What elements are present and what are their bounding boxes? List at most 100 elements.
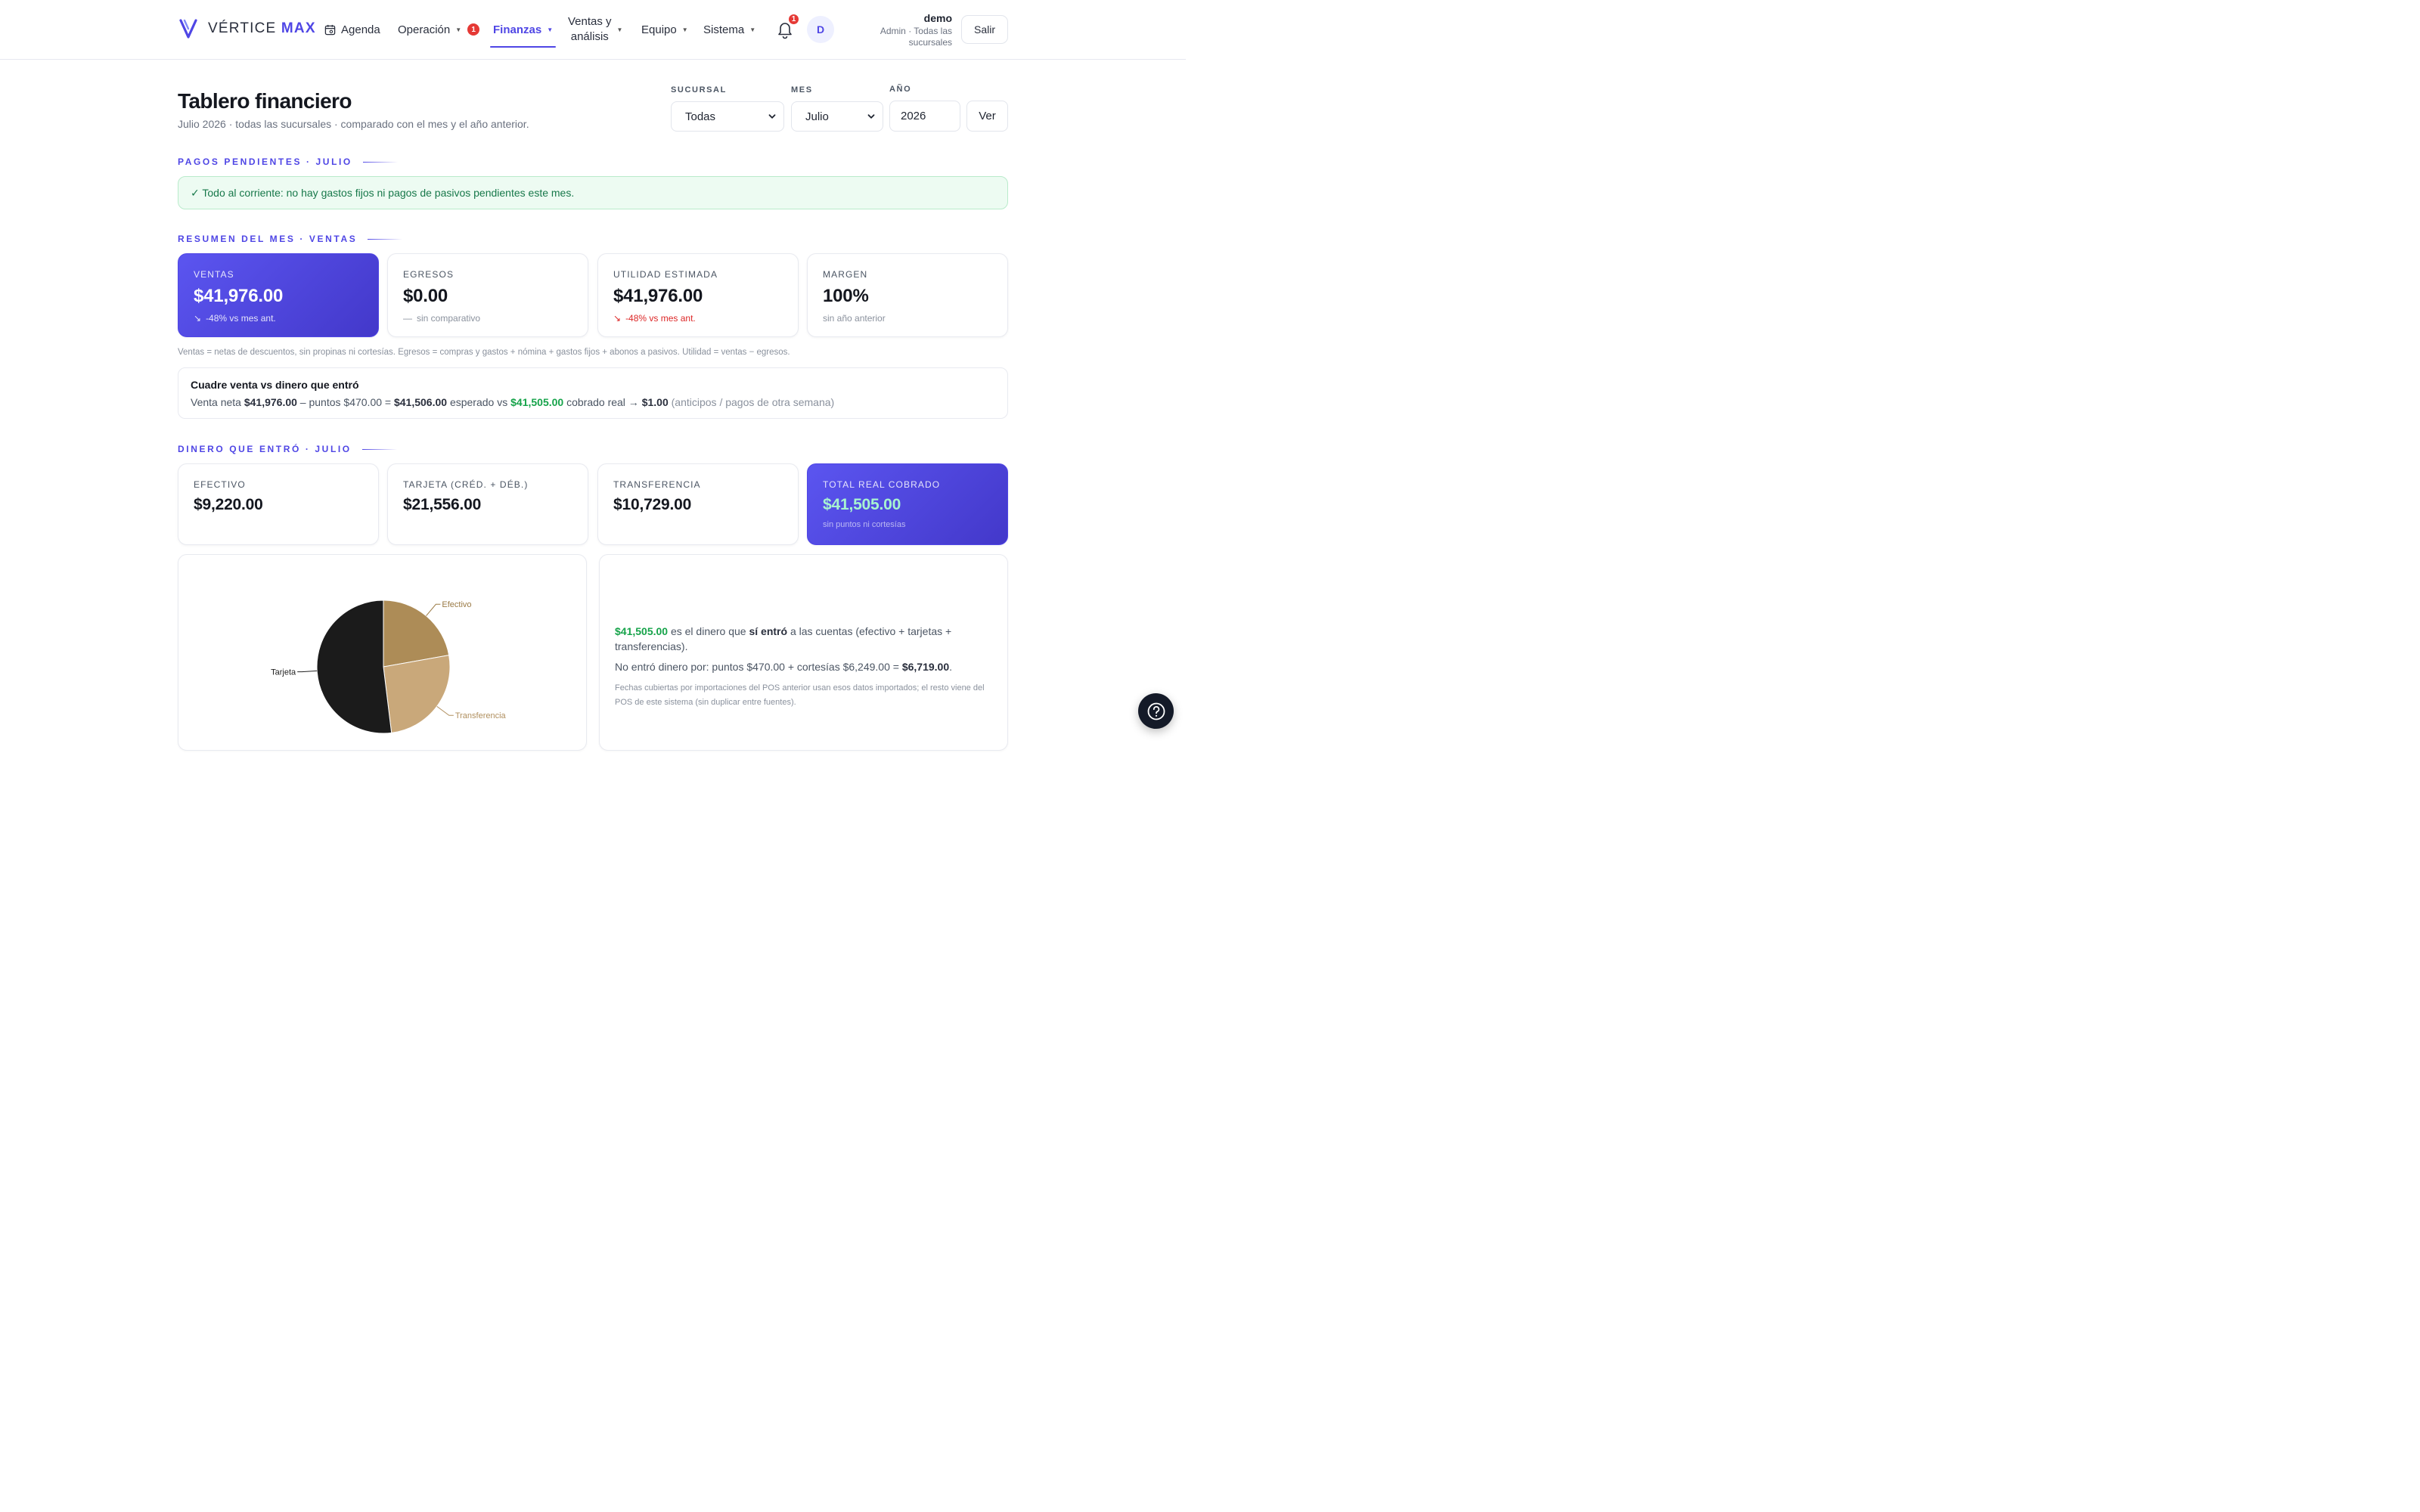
sucursal-label: SUCURSAL <box>671 85 727 94</box>
sucursal-select[interactable]: Todas <box>671 101 784 132</box>
income-label: TARJETA (CRÉD. + DÉB.) <box>403 479 529 490</box>
income-value: $9,220.00 <box>194 496 263 513</box>
nav-agenda[interactable]: Agenda <box>324 0 380 59</box>
kpi-utilidad-card: UTILIDAD ESTIMADA $41,976.00 ↘ -48% vs m… <box>597 253 799 337</box>
summary-footnote: Ventas = netas de descuentos, sin propin… <box>178 348 790 357</box>
user-role: Admin · Todas las sucursales <box>880 26 952 48</box>
income-total-card: TOTAL REAL COBRADO $41,505.00 sin puntos… <box>807 463 1008 545</box>
avatar[interactable]: D <box>807 16 834 43</box>
pending-ok-message: ✓ Todo al corriente: no hay gastos fijos… <box>191 186 575 199</box>
kpi-value: $41,976.00 <box>194 286 284 306</box>
mes-select[interactable]: Julio <box>791 101 883 132</box>
kpi-trend: sin año anterior <box>823 313 886 324</box>
kpi-value: $41,976.00 <box>613 286 703 306</box>
calendar-icon <box>324 24 336 35</box>
payment-mix-pie-chart: Efectivo Transferencia Tarjeta <box>271 600 507 734</box>
dash-icon: — <box>403 313 412 324</box>
pie-label-transferencia: Transferencia <box>455 711 507 720</box>
kpi-egresos-card: EGRESOS $0.00 — sin comparativo <box>387 253 588 337</box>
section-pagos-title: PAGOS PENDIENTES · JULIO <box>178 156 352 167</box>
notifications-badge: 1 <box>787 13 800 26</box>
anio-input[interactable] <box>889 101 960 132</box>
kpi-margen-card: MARGEN 100% sin año anterior <box>807 253 1008 337</box>
section-resumen-title: RESUMEN DEL MES · VENTAS <box>178 234 358 244</box>
nav-ventas-analisis[interactable]: Ventas y análisis ▼ <box>568 0 622 59</box>
section-divider <box>361 448 397 450</box>
nav-operacion-label: Operación <box>398 23 451 36</box>
nav-sistema-label: Sistema <box>703 23 745 36</box>
info-line-1: $41,505.00 es el dinero que sí entró a l… <box>615 625 952 652</box>
nav-equipo-label: Equipo <box>641 23 677 36</box>
pie-leader-line <box>426 603 441 616</box>
caret-down-icon: ▼ <box>547 26 554 33</box>
income-label: TRANSFERENCIA <box>613 479 701 490</box>
kpi-label: UTILIDAD ESTIMADA <box>613 269 718 280</box>
caret-down-icon: ▼ <box>681 26 688 33</box>
kpi-value: $0.00 <box>403 286 448 306</box>
kpi-ventas-card: VENTAS $41,976.00 ↘ -48% vs mes ant. <box>178 253 379 337</box>
cash-info-panel: $41,505.00 es el dinero que sí entró a l… <box>599 554 1008 751</box>
income-label: TOTAL REAL COBRADO <box>823 479 941 490</box>
trend-down-icon: ↘ <box>194 313 202 324</box>
caret-down-icon: ▼ <box>455 26 462 33</box>
page-title: Tablero financiero <box>178 89 352 113</box>
pie-label-efectivo: Efectivo <box>442 600 471 609</box>
pending-ok-alert: ✓ Todo al corriente: no hay gastos fijos… <box>178 176 1008 209</box>
kpi-trend: ↘ -48% vs mes ant. <box>194 313 276 324</box>
kpi-trend: — sin comparativo <box>403 313 481 324</box>
kpi-value: 100% <box>823 286 869 306</box>
income-value: $41,505.00 <box>823 496 901 513</box>
kpi-label: MARGEN <box>823 269 868 280</box>
brand-name: VÉRTICE MAX <box>208 20 316 36</box>
nav-ventas-label: Ventas y análisis <box>568 15 612 43</box>
nav-operacion[interactable]: Operación ▼ 1 <box>398 0 480 59</box>
help-icon <box>1147 702 1165 720</box>
income-tarjeta-card: TARJETA (CRÉD. + DÉB.) $21,556.00 <box>387 463 588 545</box>
logo-v-icon <box>179 19 197 39</box>
chevron-down-icon <box>867 114 875 119</box>
kpi-label: VENTAS <box>194 269 234 280</box>
top-navigation-bar: VÉRTICE MAX Agenda Operación ▼ 1 Finanza… <box>0 0 1186 60</box>
nav-finanzas-label: Finanzas <box>493 23 542 36</box>
ver-button[interactable]: Ver <box>966 101 1008 132</box>
section-divider <box>362 161 398 163</box>
kpi-label: EGRESOS <box>403 269 455 280</box>
nav-equipo[interactable]: Equipo ▼ <box>641 0 688 59</box>
nav-sistema[interactable]: Sistema ▼ <box>703 0 755 59</box>
section-dinero-title: DINERO QUE ENTRÓ · JULIO <box>178 444 352 454</box>
logout-button[interactable]: Salir <box>961 15 1008 44</box>
help-button[interactable] <box>1138 693 1174 729</box>
trend-down-icon: ↘ <box>613 313 622 324</box>
kpi-trend: ↘ -48% vs mes ant. <box>613 313 696 324</box>
income-note: sin puntos ni cortesías <box>823 520 906 529</box>
sucursal-selected-value: Todas <box>685 110 716 123</box>
info-line-2: No entró dinero por: puntos $470.00 + co… <box>615 661 953 673</box>
mes-selected-value: Julio <box>805 110 829 123</box>
income-value: $21,556.00 <box>403 496 482 513</box>
caret-down-icon: ▼ <box>616 26 623 33</box>
payment-mix-chart-panel: Efectivo Transferencia Tarjeta <box>178 554 587 751</box>
income-transferencia-card: TRANSFERENCIA $10,729.00 <box>597 463 799 545</box>
anio-label: AÑO <box>889 85 912 94</box>
reconcile-line: Venta neta $41,976.00 – puntos $470.00 =… <box>191 396 835 408</box>
nav-operacion-badge: 1 <box>467 23 480 36</box>
page-subtitle: Julio 2026 · todas las sucursales · comp… <box>178 118 529 130</box>
nav-finanzas[interactable]: Finanzas ▼ <box>489 0 557 59</box>
user-name: demo <box>923 12 952 24</box>
pie-label-tarjeta: Tarjeta <box>271 668 296 677</box>
info-source-note: Fechas cubiertas por importaciones del P… <box>615 683 985 707</box>
reconcile-box: Cuadre venta vs dinero que entró Venta n… <box>178 367 1008 419</box>
pie-slice-tarjeta <box>316 600 392 734</box>
income-efectivo-card: EFECTIVO $9,220.00 <box>178 463 379 545</box>
section-dinero-entro: DINERO QUE ENTRÓ · JULIO <box>178 444 397 454</box>
income-value: $10,729.00 <box>613 496 692 513</box>
mes-label: MES <box>791 85 813 94</box>
chevron-down-icon <box>768 114 776 119</box>
nav-agenda-label: Agenda <box>341 23 380 36</box>
income-label: EFECTIVO <box>194 479 246 490</box>
brand-logo[interactable]: VÉRTICE MAX <box>179 18 316 39</box>
reconcile-title: Cuadre venta vs dinero que entró <box>191 379 359 391</box>
user-info: demo Admin · Todas las sucursales <box>869 12 952 48</box>
section-pagos-pendientes: PAGOS PENDIENTES · JULIO <box>178 156 398 167</box>
pie-slice-transferencia <box>383 655 451 733</box>
